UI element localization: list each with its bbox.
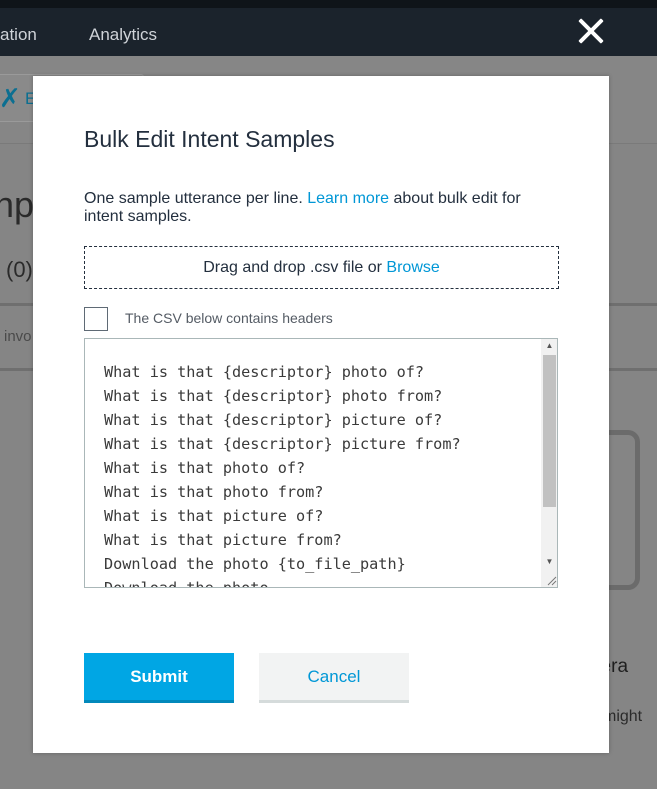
bulk-edit-modal: Bulk Edit Intent Samples One sample utte…: [33, 76, 609, 753]
dropzone-text: Drag and drop .csv file or: [203, 259, 387, 276]
background-row-text: invo: [4, 328, 32, 345]
cancel-button[interactable]: Cancel: [259, 653, 409, 703]
background-count: (0): [6, 257, 33, 282]
utterance-line: Download the photo: [104, 579, 269, 588]
csv-headers-checkbox[interactable]: [84, 307, 108, 331]
nav-item-integration[interactable]: ation: [0, 25, 37, 45]
utterance-line: What is that photo from?: [104, 483, 324, 501]
nav-item-analytics[interactable]: Analytics: [89, 25, 157, 45]
utterance-line: Download the photo {to_file_path}: [104, 555, 406, 573]
utterance-line: What is that photo of?: [104, 459, 306, 477]
resize-grip-icon[interactable]: [541, 571, 557, 587]
utterance-line: What is that picture of?: [104, 507, 324, 525]
close-icon[interactable]: [574, 13, 608, 49]
utterance-line: What is that picture from?: [104, 531, 342, 549]
utterance-line: What is that {descriptor} photo of?: [104, 363, 425, 381]
background-bulk-edit-icon: ✗: [0, 83, 21, 113]
utterances-list: What is that {descriptor} photo of? What …: [104, 360, 534, 588]
scroll-up-icon[interactable]: ▲: [541, 339, 557, 353]
csv-headers-label: The CSV below contains headers: [125, 310, 333, 326]
learn-more-link[interactable]: Learn more: [307, 190, 389, 207]
modal-description: One sample utterance per line. Learn mor…: [84, 190, 564, 226]
utterance-line: What is that {descriptor} photo from?: [104, 387, 443, 405]
scroll-thumb[interactable]: [543, 355, 556, 507]
browse-link[interactable]: Browse: [386, 259, 439, 276]
utterance-line: What is that {descriptor} picture of?: [104, 411, 443, 429]
submit-button[interactable]: Submit: [84, 653, 234, 703]
utterance-line: What is that {descriptor} picture from?: [104, 435, 461, 453]
textarea-scrollbar[interactable]: ▲ ▼: [541, 339, 557, 587]
utterances-textarea[interactable]: What is that {descriptor} photo of? What …: [84, 338, 558, 588]
csv-dropzone[interactable]: Drag and drop .csv file or Browse: [84, 246, 559, 289]
top-nav: ation Analytics: [0, 0, 657, 56]
scroll-down-icon[interactable]: ▼: [541, 555, 557, 569]
description-prefix: One sample utterance per line.: [84, 190, 308, 207]
modal-title: Bulk Edit Intent Samples: [84, 126, 335, 152]
